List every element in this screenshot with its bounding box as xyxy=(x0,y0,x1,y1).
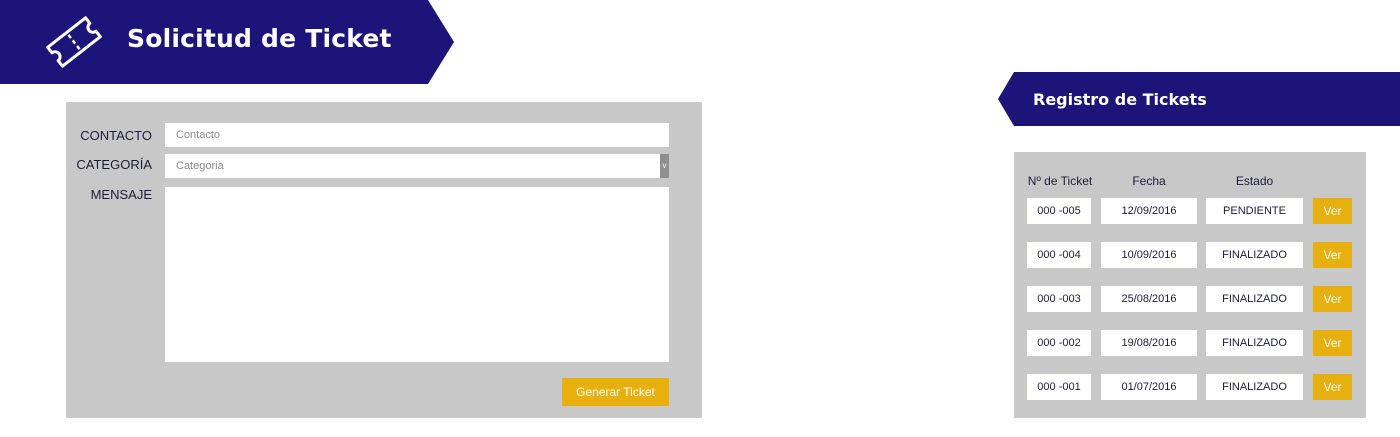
category-select-value: Categoria xyxy=(176,160,224,172)
ticket-number: 000 -001 xyxy=(1027,374,1091,400)
ticket-status: FINALIZADO xyxy=(1206,374,1303,400)
tickets-table: Nº de Ticket Fecha Estado 000 -005 12/09… xyxy=(1014,152,1366,418)
ticket-request-form: CONTACTO Contacto CATEGORÍA Categoria v … xyxy=(66,102,702,418)
table-row: 000 -003 25/08/2016 FINALIZADO Ver xyxy=(1014,286,1366,312)
ticket-status: FINALIZADO xyxy=(1206,242,1303,268)
chevron-down-icon[interactable]: v xyxy=(660,154,669,178)
contact-label: CONTACTO xyxy=(80,128,152,143)
table-row: 000 -004 10/09/2016 FINALIZADO Ver xyxy=(1014,242,1366,268)
category-label: CATEGORÍA xyxy=(76,157,152,172)
view-ticket-button[interactable]: Ver xyxy=(1313,198,1352,224)
table-row: 000 -002 19/08/2016 FINALIZADO Ver xyxy=(1014,330,1366,356)
view-ticket-button[interactable]: Ver xyxy=(1313,330,1352,356)
page-title: Solicitud de Ticket xyxy=(127,24,392,53)
message-textarea[interactable] xyxy=(165,187,669,362)
table-row: 000 -001 01/07/2016 FINALIZADO Ver xyxy=(1014,374,1366,400)
ticket-status: PENDIENTE xyxy=(1206,198,1303,224)
message-label: MENSAJE xyxy=(90,187,152,202)
column-header-date: Fecha xyxy=(1132,174,1166,188)
registry-header: Registro de Tickets xyxy=(998,72,1400,126)
ticket-date: 01/07/2016 xyxy=(1101,374,1197,400)
ticket-date: 10/09/2016 xyxy=(1101,242,1197,268)
view-ticket-button[interactable]: Ver xyxy=(1313,374,1352,400)
category-select[interactable]: Categoria v xyxy=(165,154,669,178)
ticket-status: FINALIZADO xyxy=(1206,286,1303,312)
generate-ticket-button[interactable]: Generar Ticket xyxy=(562,378,669,406)
ticket-date: 19/08/2016 xyxy=(1101,330,1197,356)
ticket-status: FINALIZADO xyxy=(1206,330,1303,356)
view-ticket-button[interactable]: Ver xyxy=(1313,286,1352,312)
column-header-status: Estado xyxy=(1235,174,1274,188)
ticket-date: 25/08/2016 xyxy=(1101,286,1197,312)
registry-title: Registro de Tickets xyxy=(1033,90,1207,109)
table-row: 000 -005 12/09/2016 PENDIENTE Ver xyxy=(1014,198,1366,224)
contact-input[interactable]: Contacto xyxy=(165,123,669,147)
ticket-number: 000 -002 xyxy=(1027,330,1091,356)
view-ticket-button[interactable]: Ver xyxy=(1313,242,1352,268)
page-header: Solicitud de Ticket xyxy=(0,0,454,84)
ticket-number: 000 -005 xyxy=(1027,198,1091,224)
ticket-date: 12/09/2016 xyxy=(1101,198,1197,224)
ticket-number: 000 -004 xyxy=(1027,242,1091,268)
ticket-number: 000 -003 xyxy=(1027,286,1091,312)
ticket-icon xyxy=(46,16,102,68)
column-header-number: Nº de Ticket xyxy=(1027,174,1093,188)
